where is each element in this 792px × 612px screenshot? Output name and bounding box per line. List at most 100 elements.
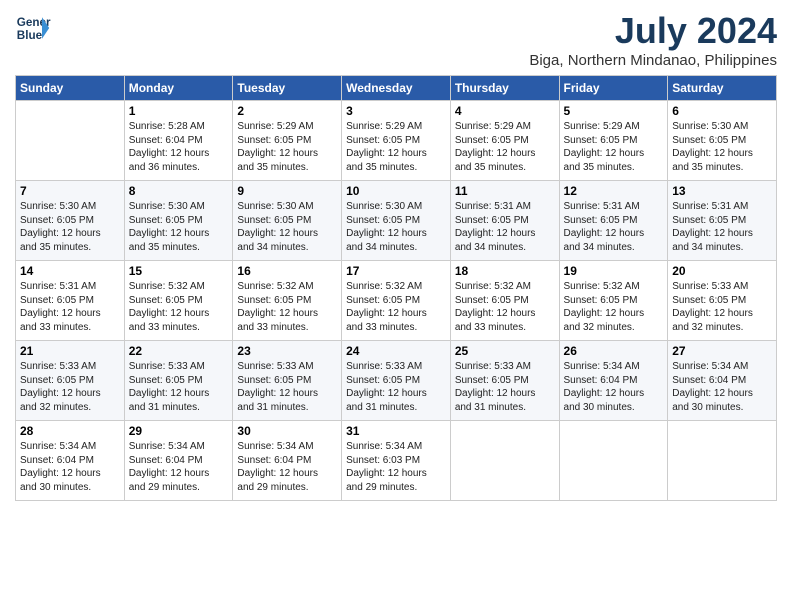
- calendar-day-cell: 1Sunrise: 5:28 AM Sunset: 6:04 PM Daylig…: [124, 101, 233, 181]
- calendar-day-cell: [559, 421, 668, 501]
- day-info: Sunrise: 5:34 AM Sunset: 6:04 PM Dayligh…: [564, 360, 664, 414]
- day-info: Sunrise: 5:33 AM Sunset: 6:05 PM Dayligh…: [20, 360, 120, 414]
- logo-icon: General Blue: [15, 10, 51, 46]
- day-info: Sunrise: 5:34 AM Sunset: 6:04 PM Dayligh…: [20, 440, 120, 494]
- calendar-week-row: 21Sunrise: 5:33 AM Sunset: 6:05 PM Dayli…: [16, 341, 777, 421]
- weekday-header-row: SundayMondayTuesdayWednesdayThursdayFrid…: [16, 76, 777, 101]
- month-year: July 2024: [529, 10, 777, 52]
- day-number: 18: [455, 264, 555, 278]
- day-number: 12: [564, 184, 664, 198]
- calendar-day-cell: 13 Sunrise: 5:31 AM Sunset: 6:05 PM Dayli…: [668, 181, 777, 261]
- calendar-day-cell: 14 Sunrise: 5:31 AM Sunset: 6:05 PM Dayli…: [16, 261, 125, 341]
- calendar-day-cell: [450, 421, 559, 501]
- calendar-day-cell: 20 Sunrise: 5:33 AM Sunset: 6:05 PM Dayli…: [668, 261, 777, 341]
- calendar-day-cell: 17 Sunrise: 5:32 AM Sunset: 6:05 PM Dayli…: [342, 261, 451, 341]
- day-number: 23: [237, 344, 337, 358]
- calendar-day-cell: 28Sunrise: 5:34 AM Sunset: 6:04 PM Dayli…: [16, 421, 125, 501]
- day-info: Sunrise: 5:33 AM Sunset: 6:05 PM Dayligh…: [455, 360, 555, 414]
- day-info: Sunrise: 5:29 AM Sunset: 6:05 PM Dayligh…: [346, 120, 446, 174]
- svg-text:Blue: Blue: [17, 29, 43, 42]
- calendar-week-row: 14 Sunrise: 5:31 AM Sunset: 6:05 PM Dayli…: [16, 261, 777, 341]
- day-number: 29: [129, 424, 229, 438]
- day-number: 4: [455, 104, 555, 118]
- day-number: 8: [129, 184, 229, 198]
- day-number: 22: [129, 344, 229, 358]
- page-header: General Blue July 2024 Biga, Northern Mi…: [15, 10, 777, 69]
- calendar-day-cell: 30 Sunrise: 5:34 AM Sunset: 6:04 PM Dayli…: [233, 421, 342, 501]
- day-info: Sunrise: 5:34 AM Sunset: 6:04 PM Dayligh…: [129, 440, 229, 494]
- calendar-day-cell: [16, 101, 125, 181]
- day-info: Sunrise: 5:34 AM Sunset: 6:04 PM Dayligh…: [672, 360, 772, 414]
- day-info: Sunrise: 5:30 AM Sunset: 6:05 PM Dayligh…: [20, 200, 120, 254]
- calendar-week-row: 7 Sunrise: 5:30 AM Sunset: 6:05 PM Daylig…: [16, 181, 777, 261]
- day-number: 26: [564, 344, 664, 358]
- day-number: 13: [672, 184, 772, 198]
- calendar-week-row: 28Sunrise: 5:34 AM Sunset: 6:04 PM Dayli…: [16, 421, 777, 501]
- day-info: Sunrise: 5:29 AM Sunset: 6:05 PM Dayligh…: [455, 120, 555, 174]
- title-area: July 2024 Biga, Northern Mindanao, Phili…: [529, 10, 777, 69]
- day-info: Sunrise: 5:34 AM Sunset: 6:04 PM Dayligh…: [237, 440, 337, 494]
- day-number: 16: [237, 264, 337, 278]
- weekday-header-cell: Saturday: [668, 76, 777, 101]
- day-info: Sunrise: 5:31 AM Sunset: 6:05 PM Dayligh…: [564, 200, 664, 254]
- day-number: 25: [455, 344, 555, 358]
- calendar-day-cell: 26 Sunrise: 5:34 AM Sunset: 6:04 PM Dayli…: [559, 341, 668, 421]
- calendar-day-cell: 31Sunrise: 5:34 AM Sunset: 6:03 PM Dayli…: [342, 421, 451, 501]
- weekday-header-cell: Monday: [124, 76, 233, 101]
- calendar-day-cell: 3 Sunrise: 5:29 AM Sunset: 6:05 PM Daylig…: [342, 101, 451, 181]
- calendar-day-cell: 22 Sunrise: 5:33 AM Sunset: 6:05 PM Dayli…: [124, 341, 233, 421]
- day-number: 20: [672, 264, 772, 278]
- calendar-day-cell: 24 Sunrise: 5:33 AM Sunset: 6:05 PM Dayli…: [342, 341, 451, 421]
- day-number: 30: [237, 424, 337, 438]
- weekday-header-cell: Wednesday: [342, 76, 451, 101]
- calendar-day-cell: 29 Sunrise: 5:34 AM Sunset: 6:04 PM Dayli…: [124, 421, 233, 501]
- calendar-day-cell: 12 Sunrise: 5:31 AM Sunset: 6:05 PM Dayli…: [559, 181, 668, 261]
- day-number: 11: [455, 184, 555, 198]
- day-info: Sunrise: 5:32 AM Sunset: 6:05 PM Dayligh…: [346, 280, 446, 334]
- calendar-week-row: 1Sunrise: 5:28 AM Sunset: 6:04 PM Daylig…: [16, 101, 777, 181]
- day-number: 2: [237, 104, 337, 118]
- day-number: 7: [20, 184, 120, 198]
- day-number: 15: [129, 264, 229, 278]
- day-info: Sunrise: 5:31 AM Sunset: 6:05 PM Dayligh…: [455, 200, 555, 254]
- weekday-header-cell: Tuesday: [233, 76, 342, 101]
- day-info: Sunrise: 5:32 AM Sunset: 6:05 PM Dayligh…: [237, 280, 337, 334]
- day-info: Sunrise: 5:32 AM Sunset: 6:05 PM Dayligh…: [455, 280, 555, 334]
- day-info: Sunrise: 5:29 AM Sunset: 6:05 PM Dayligh…: [237, 120, 337, 174]
- day-info: Sunrise: 5:29 AM Sunset: 6:05 PM Dayligh…: [564, 120, 664, 174]
- calendar-day-cell: 16 Sunrise: 5:32 AM Sunset: 6:05 PM Dayli…: [233, 261, 342, 341]
- day-number: 24: [346, 344, 446, 358]
- day-info: Sunrise: 5:30 AM Sunset: 6:05 PM Dayligh…: [237, 200, 337, 254]
- calendar-day-cell: [668, 421, 777, 501]
- day-info: Sunrise: 5:33 AM Sunset: 6:05 PM Dayligh…: [672, 280, 772, 334]
- day-number: 6: [672, 104, 772, 118]
- day-info: Sunrise: 5:30 AM Sunset: 6:05 PM Dayligh…: [346, 200, 446, 254]
- calendar-day-cell: 5 Sunrise: 5:29 AM Sunset: 6:05 PM Daylig…: [559, 101, 668, 181]
- day-info: Sunrise: 5:31 AM Sunset: 6:05 PM Dayligh…: [20, 280, 120, 334]
- day-info: Sunrise: 5:31 AM Sunset: 6:05 PM Dayligh…: [672, 200, 772, 254]
- day-number: 5: [564, 104, 664, 118]
- day-number: 19: [564, 264, 664, 278]
- calendar-body: 1Sunrise: 5:28 AM Sunset: 6:04 PM Daylig…: [16, 101, 777, 501]
- day-info: Sunrise: 5:28 AM Sunset: 6:04 PM Dayligh…: [129, 120, 229, 174]
- calendar-day-cell: 8Sunrise: 5:30 AM Sunset: 6:05 PM Daylig…: [124, 181, 233, 261]
- calendar-day-cell: 25 Sunrise: 5:33 AM Sunset: 6:05 PM Dayli…: [450, 341, 559, 421]
- calendar-day-cell: 4 Sunrise: 5:29 AM Sunset: 6:05 PM Daylig…: [450, 101, 559, 181]
- calendar-day-cell: 21Sunrise: 5:33 AM Sunset: 6:05 PM Dayli…: [16, 341, 125, 421]
- calendar-day-cell: 10 Sunrise: 5:30 AM Sunset: 6:05 PM Dayli…: [342, 181, 451, 261]
- logo: General Blue: [15, 10, 51, 46]
- day-number: 17: [346, 264, 446, 278]
- weekday-header-cell: Thursday: [450, 76, 559, 101]
- day-info: Sunrise: 5:33 AM Sunset: 6:05 PM Dayligh…: [129, 360, 229, 414]
- day-number: 14: [20, 264, 120, 278]
- day-number: 27: [672, 344, 772, 358]
- day-info: Sunrise: 5:34 AM Sunset: 6:03 PM Dayligh…: [346, 440, 446, 494]
- day-number: 10: [346, 184, 446, 198]
- calendar-day-cell: 9Sunrise: 5:30 AM Sunset: 6:05 PM Daylig…: [233, 181, 342, 261]
- day-info: Sunrise: 5:30 AM Sunset: 6:05 PM Dayligh…: [672, 120, 772, 174]
- calendar-day-cell: 2 Sunrise: 5:29 AM Sunset: 6:05 PM Daylig…: [233, 101, 342, 181]
- calendar-day-cell: 11 Sunrise: 5:31 AM Sunset: 6:05 PM Dayli…: [450, 181, 559, 261]
- weekday-header-cell: Sunday: [16, 76, 125, 101]
- day-info: Sunrise: 5:33 AM Sunset: 6:05 PM Dayligh…: [346, 360, 446, 414]
- day-number: 3: [346, 104, 446, 118]
